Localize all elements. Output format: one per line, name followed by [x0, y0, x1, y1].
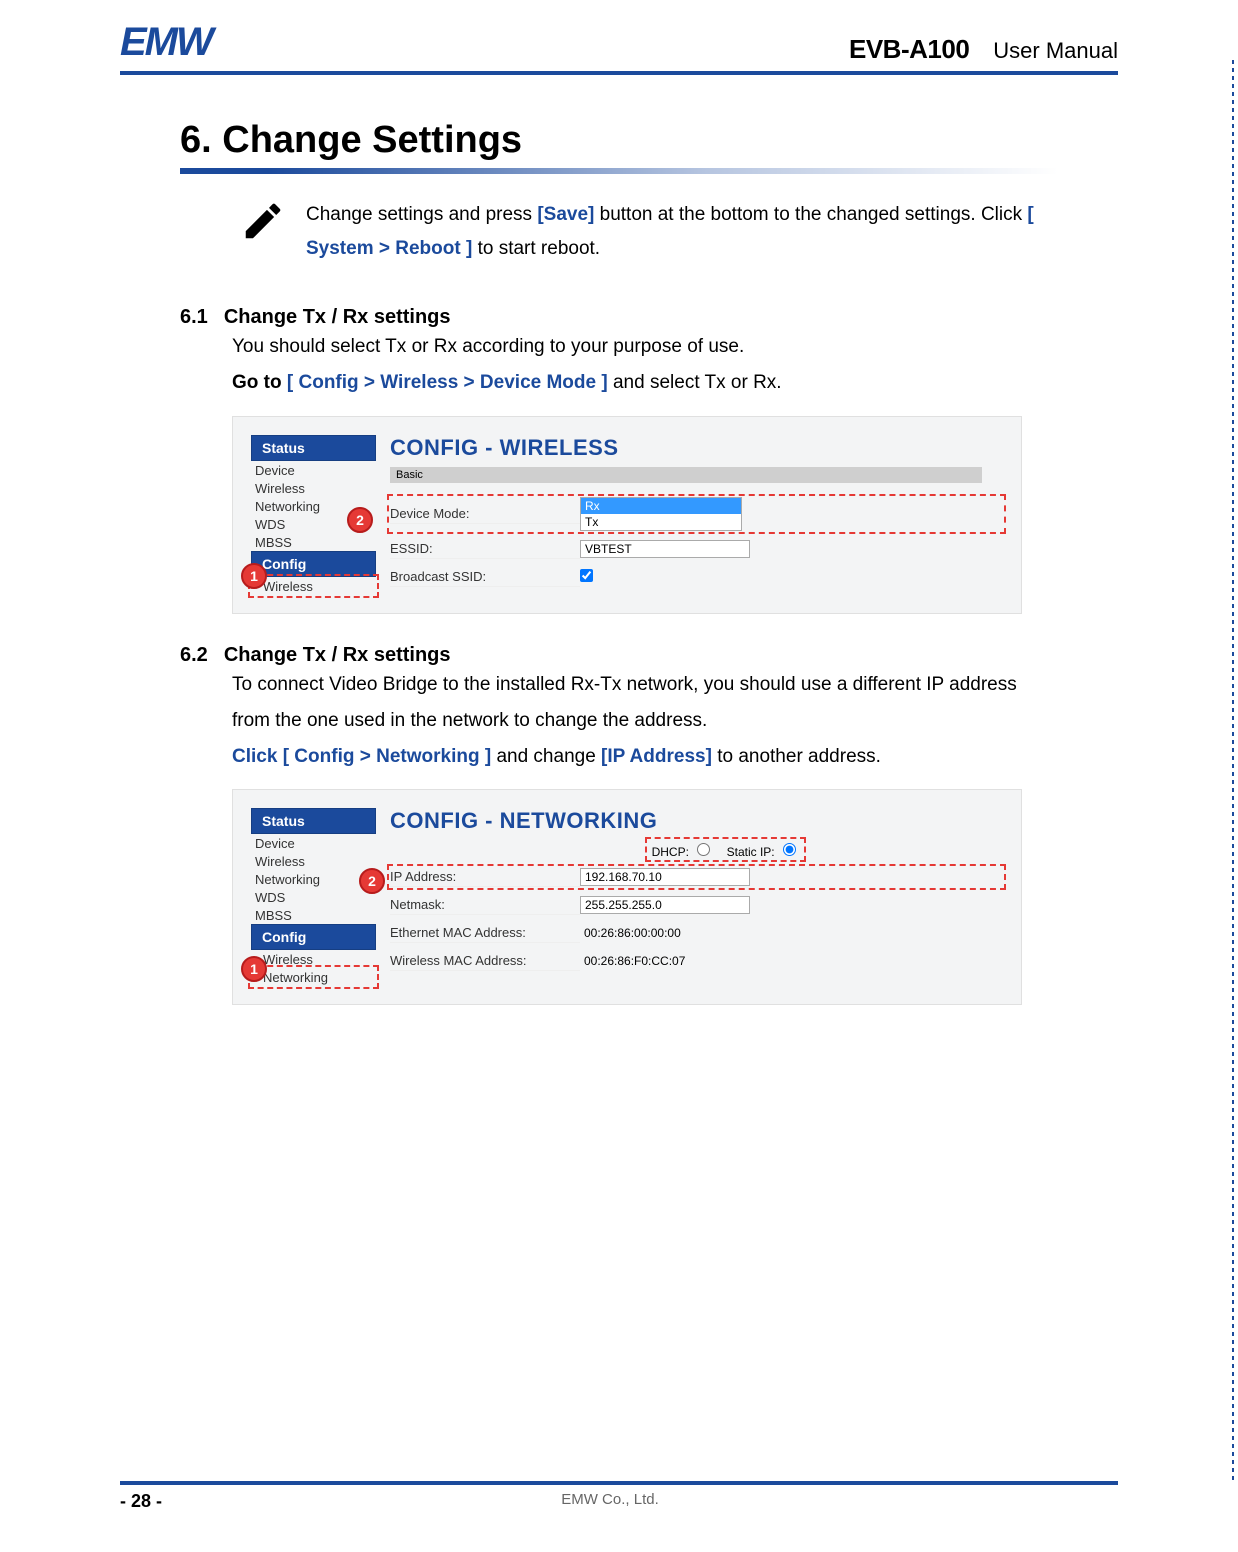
sub61-body1: You should select Tx or Rx according to … [232, 329, 1058, 365]
sidebar-item-wireless[interactable]: Wireless [251, 479, 376, 497]
section-rule [180, 168, 1058, 174]
dhcp-label: DHCP: [652, 845, 689, 859]
click-mid: and change [496, 746, 601, 767]
device-mode-row: Device Mode: Rx Tx [390, 497, 1003, 531]
subsection-6-2: 6.2 Change Tx / Rx settings To connect V… [180, 644, 1058, 1005]
sidebar2-config-wireless[interactable]: Wireless [251, 950, 376, 968]
click-pre: Click [232, 746, 283, 767]
basic-tab[interactable]: Basic [390, 467, 982, 483]
ip-address-label: IP Address: [390, 867, 580, 887]
device-mode-opt-tx[interactable]: Tx [581, 514, 741, 530]
note-block: Change settings and press [Save] button … [180, 194, 1058, 276]
dhcp-static-row: DHCP: Static IP: [648, 840, 803, 859]
sub62-click: Click [ Config > Networking ] and change… [232, 739, 1058, 775]
goto-path-link: [ Config > Wireless > Device Mode ] [287, 372, 608, 393]
sub61-goto: Go to [ Config > Wireless > Device Mode … [232, 365, 1058, 401]
sub62-body1: To connect Video Bridge to the installed… [232, 667, 1058, 739]
netmask-label: Netmask: [390, 895, 580, 915]
essid-row: ESSID: [390, 539, 1003, 559]
note-mid: button at the bottom to the changed sett… [600, 204, 1028, 225]
note-pre: Change settings and press [306, 204, 537, 225]
broadcast-ssid-row: Broadcast SSID: [390, 567, 1003, 587]
click-ip-link: [IP Address] [601, 746, 712, 767]
screenshot-networking: 1 2 Status Device Wireless Networking WD… [232, 789, 1022, 1005]
sidebar2-status-header[interactable]: Status [251, 808, 376, 834]
sidebar2-item-mbss[interactable]: MBSS [251, 906, 376, 924]
page-right-ruler [1232, 60, 1234, 1482]
broadcast-ssid-checkbox[interactable] [580, 569, 593, 582]
goto-post: and select Tx or Rx. [613, 372, 782, 393]
static-ip-label: Static IP: [727, 845, 775, 859]
eth-mac-label: Ethernet MAC Address: [390, 923, 580, 943]
note-text: Change settings and press [Save] button … [306, 198, 1048, 266]
subsection-6-1: 6.1 Change Tx / Rx settings You should s… [180, 306, 1058, 613]
model-number: EVB-A100 [849, 34, 969, 65]
wmac-row: Wireless MAC Address: 00:26:86:F0:CC:07 [390, 951, 1003, 971]
sidebar2-config-networking[interactable]: Networking [251, 968, 376, 986]
sidebar2-item-networking[interactable]: Networking [251, 870, 376, 888]
pencil-icon [240, 198, 286, 256]
footer-company: EMW Co., Ltd. [162, 1491, 1058, 1512]
sidebar-config-wireless[interactable]: Wireless [251, 577, 376, 595]
ss1-main-panel: CONFIG - WIRELESS Basic Device Mode: Rx … [376, 435, 1003, 595]
sidebar-status-header[interactable]: Status [251, 435, 376, 461]
ss2-title: CONFIG - NETWORKING [390, 808, 1003, 834]
sidebar2-item-device[interactable]: Device [251, 834, 376, 852]
note-save-link: [Save] [537, 204, 594, 225]
dhcp-radio[interactable] [697, 843, 710, 856]
page-header: EMW EVB-A100 User Manual [120, 20, 1118, 75]
wmac-label: Wireless MAC Address: [390, 951, 580, 971]
sub61-num: 6.1 [180, 306, 208, 329]
ip-address-input[interactable] [580, 868, 750, 886]
callout-marker-2: 2 [347, 507, 373, 533]
callout-marker-2b: 2 [359, 868, 385, 894]
sidebar2-config-header[interactable]: Config [251, 924, 376, 950]
netmask-input[interactable] [580, 896, 750, 914]
goto-pre: Go to [232, 372, 287, 393]
ss1-title: CONFIG - WIRELESS [390, 435, 1003, 461]
device-mode-opt-rx[interactable]: Rx [581, 498, 741, 514]
callout-marker-1: 1 [241, 563, 267, 589]
doc-type: User Manual [993, 38, 1118, 64]
wmac-value: 00:26:86:F0:CC:07 [580, 953, 748, 969]
sidebar2-item-wds[interactable]: WDS [251, 888, 376, 906]
broadcast-ssid-label: Broadcast SSID: [390, 567, 580, 587]
callout-marker-1b: 1 [241, 956, 267, 982]
device-mode-select[interactable]: Rx Tx [580, 497, 742, 531]
click-path-link: [ Config > Networking ] [283, 746, 491, 767]
essid-label: ESSID: [390, 539, 580, 559]
logo: EMW [120, 20, 212, 65]
page-footer: - 28 - EMW Co., Ltd. [120, 1481, 1118, 1512]
sub62-title: Change Tx / Rx settings [224, 644, 451, 667]
sidebar-item-device[interactable]: Device [251, 461, 376, 479]
ss2-sidebar: Status Device Wireless Networking WDS MB… [251, 808, 376, 986]
header-right: EVB-A100 User Manual [849, 34, 1118, 65]
sidebar-config-header[interactable]: Config [251, 551, 376, 577]
sub62-num: 6.2 [180, 644, 208, 667]
netmask-row: Netmask: [390, 895, 1003, 915]
ip-address-row: IP Address: [390, 867, 1003, 887]
static-ip-radio[interactable] [783, 843, 796, 856]
footer-rule [120, 1481, 1118, 1485]
section-title: 6. Change Settings [180, 119, 1058, 162]
click-post: to another address. [717, 746, 881, 767]
note-post: to start reboot. [478, 238, 601, 259]
essid-input[interactable] [580, 540, 750, 558]
sub61-title: Change Tx / Rx settings [224, 306, 451, 329]
page-number: - 28 - [120, 1491, 162, 1512]
eth-mac-value: 00:26:86:00:00:00 [580, 925, 748, 941]
ss2-main-panel: CONFIG - NETWORKING DHCP: Static IP: IP … [376, 808, 1003, 986]
screenshot-wireless: 1 2 Status Device Wireless Networking WD… [232, 416, 1022, 614]
sidebar2-item-wireless[interactable]: Wireless [251, 852, 376, 870]
eth-mac-row: Ethernet MAC Address: 00:26:86:00:00:00 [390, 923, 1003, 943]
sidebar-item-mbss[interactable]: MBSS [251, 533, 376, 551]
device-mode-label: Device Mode: [390, 504, 580, 524]
